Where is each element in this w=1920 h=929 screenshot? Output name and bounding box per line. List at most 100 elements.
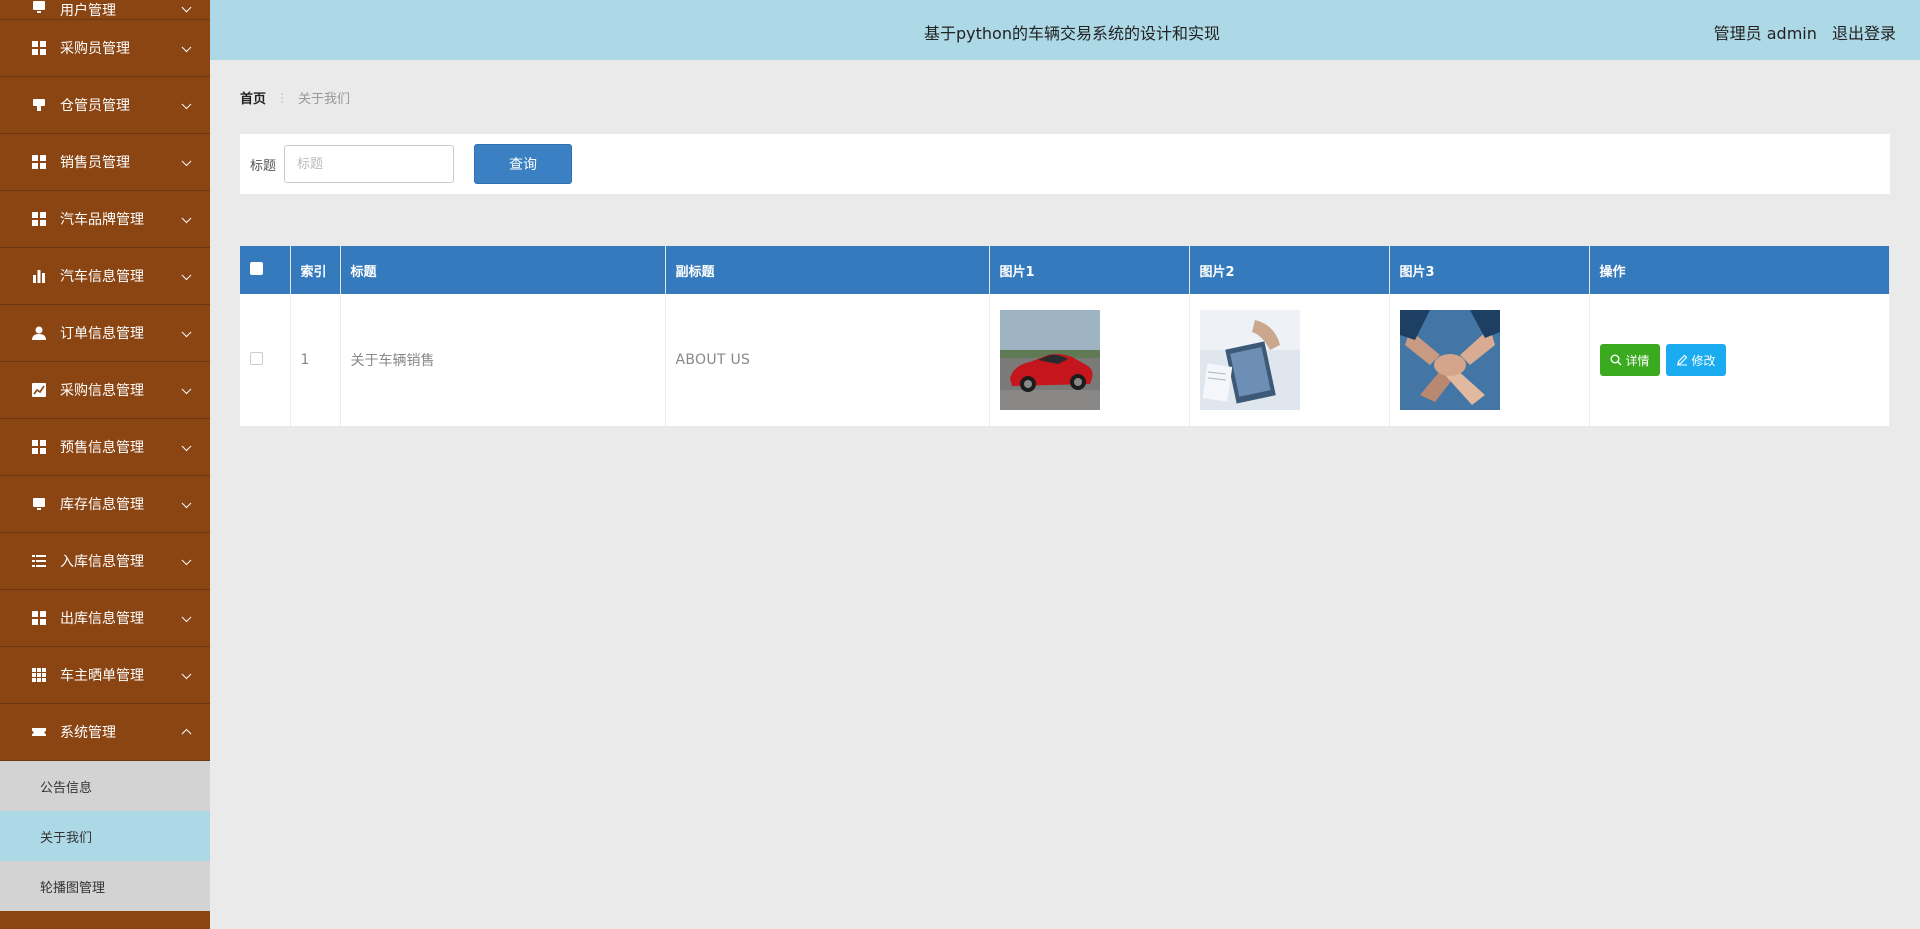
title-search-input[interactable] bbox=[284, 145, 455, 183]
search-panel: 标题 查询 bbox=[240, 134, 1890, 194]
sidebar-item-cars[interactable]: 汽车信息管理 bbox=[0, 248, 210, 305]
detail-button[interactable]: 详情 bbox=[1599, 344, 1660, 376]
breadcrumb-current: 关于我们 bbox=[298, 92, 351, 107]
col-index: 索引 bbox=[290, 246, 341, 294]
select-all-checkbox[interactable] bbox=[250, 261, 263, 275]
col-image1: 图片1 bbox=[989, 246, 1190, 294]
chevron-up-icon bbox=[181, 728, 192, 739]
sidebar-item-label: 仓管员管理 bbox=[60, 98, 130, 114]
row-image3-cell bbox=[1389, 294, 1590, 426]
sidebar-item-buyers[interactable]: 采购员管理 bbox=[0, 20, 210, 77]
sidebar-item-system[interactable]: 系统管理 bbox=[0, 704, 210, 761]
chevron-down-icon bbox=[181, 270, 192, 281]
row-image2-cell bbox=[1189, 294, 1390, 426]
sidebar-item-label: 汽车信息管理 bbox=[60, 269, 144, 285]
chevron-down-icon bbox=[181, 42, 192, 53]
chevron-down-icon bbox=[181, 555, 192, 566]
row-checkbox[interactable] bbox=[250, 351, 263, 365]
sidebar-subitem-carousel[interactable]: 轮播图管理 bbox=[0, 861, 210, 911]
search-label: 标题 bbox=[250, 158, 277, 174]
sidebar-item-label: 库存信息管理 bbox=[60, 497, 144, 513]
chevron-down-icon bbox=[181, 2, 192, 13]
col-image2: 图片2 bbox=[1189, 246, 1390, 294]
sidebar-subitem-about-us[interactable]: 关于我们 bbox=[0, 811, 210, 861]
edit-pencil-icon bbox=[1676, 354, 1687, 366]
row-image1-cell bbox=[989, 294, 1190, 426]
search-icon bbox=[1610, 354, 1621, 366]
sidebar-item-label: 采购信息管理 bbox=[60, 383, 144, 399]
sidebar-item-label: 系统管理 bbox=[60, 725, 116, 741]
logout-link[interactable]: 退出登录 bbox=[1832, 24, 1896, 43]
data-table: 索引 标题 副标题 图片1 图片2 图片3 操作 1 关于车辆销售 ABOUT … bbox=[240, 246, 1890, 426]
breadcrumb: 首页 ⋮ 关于我们 bbox=[240, 88, 351, 108]
sidebar-item-inventory[interactable]: 库存信息管理 bbox=[0, 476, 210, 533]
breadcrumb-home[interactable]: 首页 bbox=[240, 88, 266, 107]
chevron-down-icon bbox=[181, 384, 192, 395]
breadcrumb-separator: ⋮ bbox=[276, 90, 289, 105]
sidebar-item-brands[interactable]: 汽车品牌管理 bbox=[0, 191, 210, 248]
ticket-icon bbox=[32, 728, 46, 736]
chevron-down-icon bbox=[181, 327, 192, 338]
sidebar-item-label: 预售信息管理 bbox=[60, 440, 144, 456]
detail-button-label: 详情 bbox=[1625, 353, 1650, 368]
table-row: 1 关于车辆销售 ABOUT US 详情 修改 bbox=[240, 294, 1890, 426]
stamp-icon bbox=[33, 99, 45, 111]
user-label: 管理员 admin bbox=[1713, 24, 1817, 43]
sidebar-item-label: 入库信息管理 bbox=[60, 554, 144, 570]
grid-icon bbox=[32, 611, 46, 625]
sidebar-item-label: 用户管理 bbox=[60, 3, 116, 19]
sidebar-item-label: 车主晒单管理 bbox=[60, 668, 144, 684]
user-icon bbox=[32, 326, 46, 340]
monitor-icon bbox=[33, 1, 45, 13]
chevron-down-icon bbox=[181, 669, 192, 680]
sidebar-item-label: 汽车品牌管理 bbox=[60, 212, 144, 228]
red-sports-car-photo[interactable] bbox=[999, 310, 1100, 410]
grid-icon bbox=[32, 440, 46, 454]
table-header-row: 索引 标题 副标题 图片1 图片2 图片3 操作 bbox=[240, 246, 1890, 294]
sidebar-item-label: 采购员管理 bbox=[60, 41, 130, 57]
edit-button[interactable]: 修改 bbox=[1665, 344, 1726, 376]
bar-chart-icon bbox=[33, 270, 45, 283]
sidebar-item-sales[interactable]: 销售员管理 bbox=[0, 134, 210, 191]
chevron-down-icon bbox=[181, 213, 192, 224]
sidebar-item-orders[interactable]: 订单信息管理 bbox=[0, 305, 210, 362]
sidebar: 用户管理 采购员管理 仓管员管理 销售员管理 汽车品牌管理 汽车信息管理 订单信… bbox=[0, 0, 210, 929]
sidebar-item-presales[interactable]: 预售信息管理 bbox=[0, 419, 210, 476]
chevron-down-icon bbox=[181, 156, 192, 167]
chevron-down-icon bbox=[181, 99, 192, 110]
sidebar-item-purchases[interactable]: 采购信息管理 bbox=[0, 362, 210, 419]
list-icon bbox=[32, 555, 46, 567]
sidebar-item-users[interactable]: 用户管理 bbox=[0, 0, 210, 20]
grid-icon bbox=[32, 155, 46, 169]
user-area: 管理员 admin 退出登录 bbox=[1714, 20, 1896, 44]
chevron-down-icon bbox=[181, 498, 192, 509]
chevron-down-icon bbox=[181, 612, 192, 623]
grid-icon bbox=[32, 212, 46, 226]
edit-button-label: 修改 bbox=[1691, 353, 1716, 368]
sidebar-item-owner-shares[interactable]: 车主晒单管理 bbox=[0, 647, 210, 704]
table-icon bbox=[32, 668, 46, 682]
business-document-photo[interactable] bbox=[1199, 310, 1300, 410]
sidebar-item-label: 出库信息管理 bbox=[60, 611, 144, 627]
grid-icon bbox=[32, 41, 46, 55]
sidebar-item-warehouse-keepers[interactable]: 仓管员管理 bbox=[0, 77, 210, 134]
col-image3: 图片3 bbox=[1389, 246, 1590, 294]
col-subtitle: 副标题 bbox=[665, 246, 990, 294]
line-chart-icon bbox=[32, 383, 46, 397]
sidebar-item-label: 销售员管理 bbox=[60, 155, 130, 171]
row-actions-cell: 详情 修改 bbox=[1589, 294, 1890, 426]
query-button[interactable]: 查询 bbox=[474, 144, 573, 184]
monitor-icon bbox=[33, 498, 45, 510]
sidebar-item-stock-in[interactable]: 入库信息管理 bbox=[0, 533, 210, 590]
select-all-cell bbox=[240, 246, 291, 294]
top-header: 基于python的车辆交易系统的设计和实现 管理员 admin 退出登录 bbox=[210, 0, 1920, 60]
sidebar-item-stock-out[interactable]: 出库信息管理 bbox=[0, 590, 210, 647]
col-title: 标题 bbox=[340, 246, 666, 294]
row-select-cell bbox=[240, 294, 291, 426]
row-subtitle: ABOUT US bbox=[665, 294, 990, 426]
col-actions: 操作 bbox=[1589, 246, 1890, 294]
row-title: 关于车辆销售 bbox=[340, 294, 666, 426]
team-hands-photo[interactable] bbox=[1399, 310, 1500, 410]
sidebar-subitem-notices[interactable]: 公告信息 bbox=[0, 761, 210, 811]
app-title: 基于python的车辆交易系统的设计和实现 bbox=[924, 24, 1220, 43]
